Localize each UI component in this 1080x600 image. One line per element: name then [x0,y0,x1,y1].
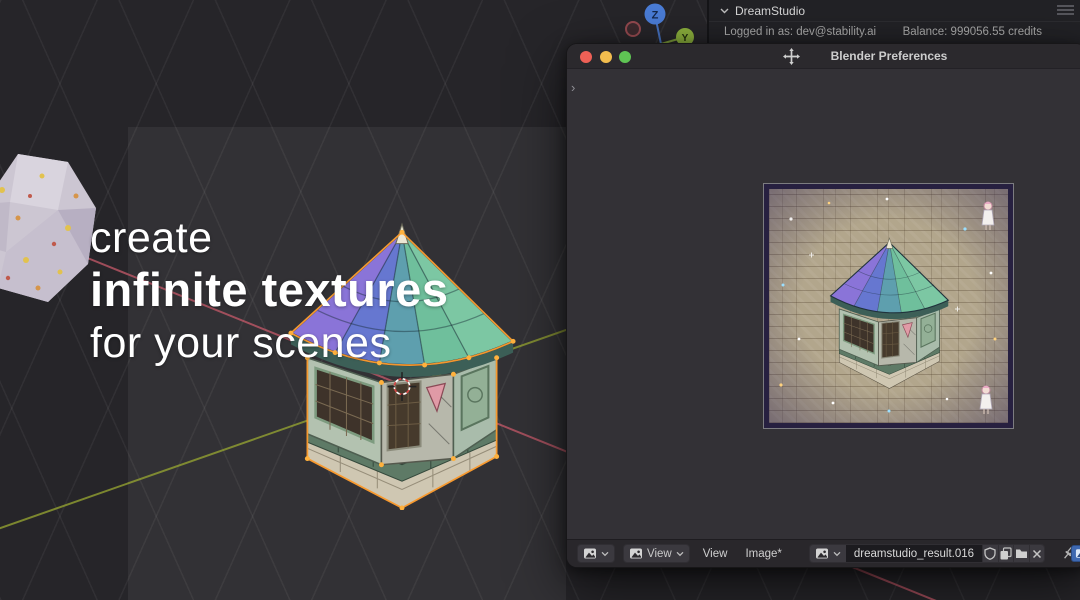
move-cursor-icon [783,48,800,65]
display-mode-dropdown[interactable]: View [623,544,690,563]
expand-chevron[interactable]: › [571,80,575,95]
open-image-button[interactable] [1013,545,1028,562]
image-editor-icon [583,547,597,560]
logged-in-text: Logged in as: dev@stability.ai [724,26,876,38]
image-datablock-selector: dreamstudio_result.016 [809,544,1045,563]
dreamstudio-panel: DreamStudio Logged in as: dev@stability.… [707,0,1080,43]
chevron-down-icon [676,551,684,557]
image-icon [815,547,829,560]
image-menu[interactable]: Image* [740,548,786,560]
display-mode-label: View [647,548,672,560]
chevron-down-icon [720,8,729,14]
blender-app: create infinite textures for your scenes… [0,0,1080,600]
image-name-field[interactable]: dreamstudio_result.016 [846,545,982,562]
browse-image-button[interactable] [810,545,846,562]
headline-line2: infinite textures [90,263,448,318]
minimize-button[interactable] [600,51,612,63]
preferences-window: Blender Preferences › [566,43,1080,568]
copy-icon [999,547,1012,560]
shield-icon [984,547,996,560]
dreamstudio-panel-title: DreamStudio [735,4,805,18]
generated-texture-image[interactable] [764,184,1013,428]
fake-user-button[interactable] [982,545,997,562]
gizmo-z-label: Z [652,10,659,22]
headline: create infinite textures for your scenes [90,213,448,369]
balance-text: Balance: 999056.55 credits [903,26,1042,38]
sidebar-image-button[interactable] [1071,545,1080,562]
window-titlebar[interactable]: Blender Preferences [567,44,1080,69]
duplicate-button[interactable] [998,545,1013,562]
image-editor-header: View View Image* dreamstudio_result.016 [567,539,1080,567]
image-icon [629,547,643,560]
chevron-down-icon [601,551,609,557]
headline-line1: create [90,213,448,263]
window-title: Blender Preferences [831,49,948,63]
editor-type-button[interactable] [577,544,615,563]
gizmo-axis-negx[interactable] [626,22,640,36]
unlink-button[interactable] [1029,545,1044,562]
view-menu[interactable]: View [698,548,733,560]
figure-bottom-right [980,386,992,414]
folder-icon [1015,548,1028,559]
rock-object[interactable] [0,132,104,324]
dreamstudio-panel-header[interactable]: DreamStudio [709,0,1080,21]
x-icon [1032,549,1042,559]
close-button[interactable] [580,51,592,63]
headline-line3: for your scenes [90,318,448,368]
image-icon [1075,548,1080,559]
chevron-down-icon [833,551,841,557]
menu-icon[interactable] [1057,5,1074,17]
figure-top-right [982,202,994,230]
zoom-button[interactable] [619,51,631,63]
